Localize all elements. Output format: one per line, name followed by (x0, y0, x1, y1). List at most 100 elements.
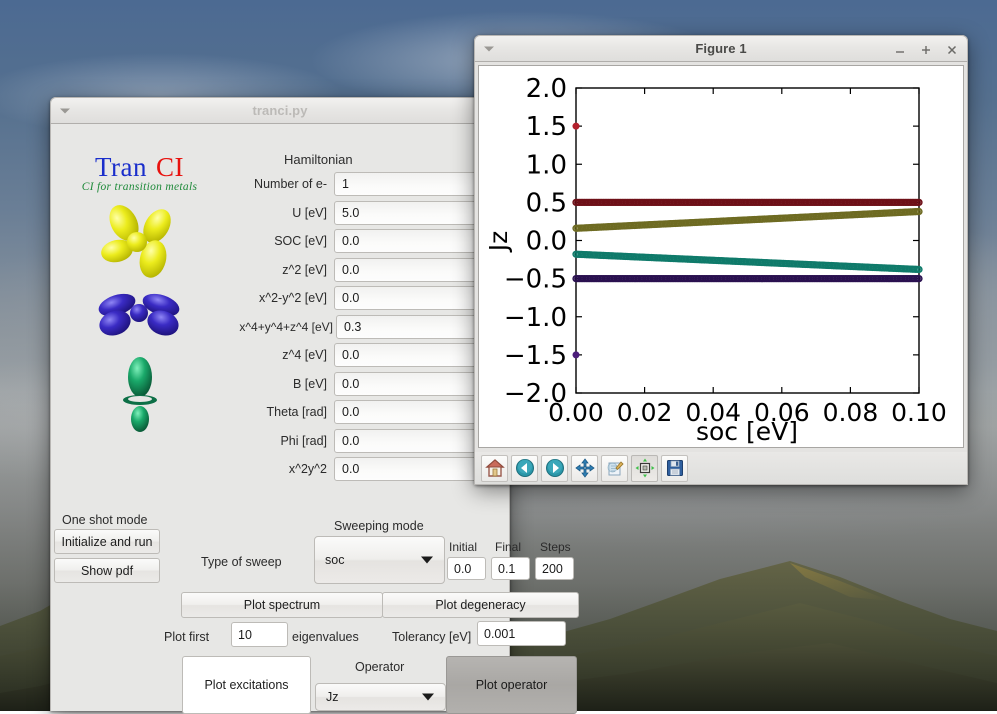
label-z4: z^4 [eV] (282, 348, 327, 362)
hamiltonian-header: Hamiltonian (284, 152, 353, 167)
x-axis-label: soc [eV] (696, 417, 798, 446)
minimize-button[interactable] (893, 43, 907, 57)
y-tick-label: 2.0 (526, 74, 567, 104)
y-axis-label: Jz (484, 231, 513, 254)
branding-area: Tran CI CI for transition metals (57, 152, 222, 502)
label-x2y2: x^2y^2 (288, 462, 327, 476)
plot-first-input[interactable] (231, 622, 288, 647)
operator-value: Jz (326, 690, 339, 704)
y-tick-label: 0.0 (526, 227, 567, 257)
y-tick-label: −1.5 (504, 341, 567, 371)
forward-arrow-icon[interactable] (541, 454, 568, 482)
input-number-of-e[interactable] (334, 172, 493, 196)
input-theta[interactable] (334, 400, 493, 424)
initial-input[interactable] (447, 557, 486, 580)
window-controls (893, 36, 959, 63)
configure-subplots-icon[interactable] (601, 454, 628, 482)
input-phi[interactable] (334, 428, 493, 453)
home-icon[interactable] (481, 454, 508, 482)
chevron-down-icon (421, 556, 433, 564)
input-x2y2[interactable] (334, 457, 493, 481)
figure-toolbar (475, 452, 967, 484)
y-tick-label: 1.0 (526, 150, 567, 180)
plot-canvas[interactable]: 2.0 1.5 1.0 0.5 0.0 −0.5 −1.0 −1.5 −2.0 0.00 0.02… (478, 65, 964, 448)
logo-word-tran: Tran (94, 152, 148, 182)
input-x4y4z4[interactable] (336, 314, 493, 339)
matplotlib-figure-window: Figure 1 2.0 1.5 1.0 0.5 0.0 −0.5 −1.0 −… (474, 35, 968, 485)
final-label: Final (495, 540, 522, 554)
plot-axes-frame (575, 87, 920, 394)
eigenvalues-label: eigenvalues (292, 630, 359, 644)
label-b: B [eV] (292, 376, 327, 391)
pan-move-icon[interactable] (571, 454, 598, 482)
field-row-number-of-e: Number of e- (226, 172, 498, 196)
input-soc[interactable] (334, 229, 493, 253)
plot-degeneracy-button[interactable]: Plot degeneracy (382, 592, 579, 618)
series-level-5-purple (572, 274, 923, 283)
steps-input[interactable] (535, 557, 574, 580)
sweeping-mode-header: Sweeping mode (334, 519, 424, 533)
window-menu-caret-icon[interactable] (60, 108, 70, 113)
chevron-down-icon (422, 693, 434, 701)
plot-operator-button[interactable]: Plot operator (446, 656, 577, 714)
y-tick-label: 1.5 (526, 112, 567, 142)
input-z4[interactable] (334, 343, 493, 367)
label-number-of-e: Number of e- (254, 177, 327, 191)
label-u: U [eV] (292, 205, 327, 220)
input-u[interactable] (334, 200, 493, 225)
label-theta: Theta [rad] (266, 405, 327, 419)
window-menu-caret-icon[interactable] (484, 46, 494, 51)
label-z2: z^2 [eV] (282, 262, 327, 277)
input-x2-y2[interactable] (334, 286, 493, 310)
maximize-button[interactable] (919, 43, 933, 57)
plot-excitations-button[interactable]: Plot excitations (182, 656, 311, 714)
app-titlebar[interactable]: tranci.py (50, 97, 510, 124)
zoom-to-rectangle-icon[interactable] (631, 454, 658, 482)
label-phi: Phi [rad] (280, 433, 327, 448)
figure-body: 2.0 1.5 1.0 0.5 0.0 −0.5 −1.0 −1.5 −2.0 0.00 0.02… (474, 62, 968, 485)
field-row-x2-y2: x^2-y^2 [eV] (226, 286, 498, 310)
app-body: Tran CI CI for transition metals Hamilto… (50, 124, 579, 714)
x-tick-label: 0.08 (823, 398, 879, 427)
final-input[interactable] (491, 557, 530, 580)
field-row-x2y2: x^2y^2 (226, 457, 498, 481)
show-pdf-button[interactable]: Show pdf (54, 558, 160, 583)
y-tick-label: −0.5 (504, 265, 567, 295)
y-tick-label: 0.5 (526, 188, 567, 218)
operator-header: Operator (355, 660, 405, 674)
field-row-b: B [eV] (226, 371, 498, 396)
tolerancy-label: Tolerancy [eV] (392, 630, 472, 644)
label-x4y4z4: x^4+y^4+z^4 [eV] (239, 319, 333, 334)
sweep-type-dropdown[interactable]: soc (314, 536, 445, 584)
input-b[interactable] (334, 371, 493, 396)
input-z2[interactable] (334, 257, 493, 282)
d-orbital-blue-icon (98, 293, 179, 336)
field-row-phi: Phi [rad] (226, 428, 498, 453)
x-tick-label: 0.00 (548, 398, 604, 427)
initialize-and-run-button[interactable]: Initialize and run (54, 529, 160, 554)
close-button[interactable] (945, 43, 959, 57)
field-row-z2: z^2 [eV] (226, 257, 498, 282)
type-of-sweep-label: Type of sweep (201, 555, 282, 569)
operator-dropdown[interactable]: Jz (315, 683, 446, 711)
x-tick-label: 0.02 (617, 398, 673, 427)
hamiltonian-form: Hamiltonian Number of e- U [eV] SOC [eV]… (226, 152, 498, 486)
save-floppy-icon[interactable] (661, 454, 688, 482)
logo-word-ci: CI (156, 152, 185, 182)
figure-titlebar[interactable]: Figure 1 (474, 35, 968, 62)
label-x2-y2: x^2-y^2 [eV] (258, 291, 327, 305)
x-tick-label: 0.10 (891, 398, 947, 427)
steps-label: Steps (540, 540, 571, 554)
field-row-z4: z^4 [eV] (226, 343, 498, 367)
label-soc: SOC [eV] (274, 234, 327, 248)
field-row-theta: Theta [rad] (226, 400, 498, 424)
series-level-1-red-point (572, 122, 580, 130)
field-row-soc: SOC [eV] (226, 229, 498, 253)
app-window-title: tranci.py (252, 103, 308, 118)
series-level-2-dark-red (572, 198, 923, 207)
sweep-type-value: soc (325, 553, 345, 567)
y-tick-label: −1.0 (504, 303, 567, 333)
plot-spectrum-button[interactable]: Plot spectrum (181, 592, 383, 618)
back-arrow-icon[interactable] (511, 454, 538, 482)
tolerancy-input[interactable] (477, 621, 566, 646)
